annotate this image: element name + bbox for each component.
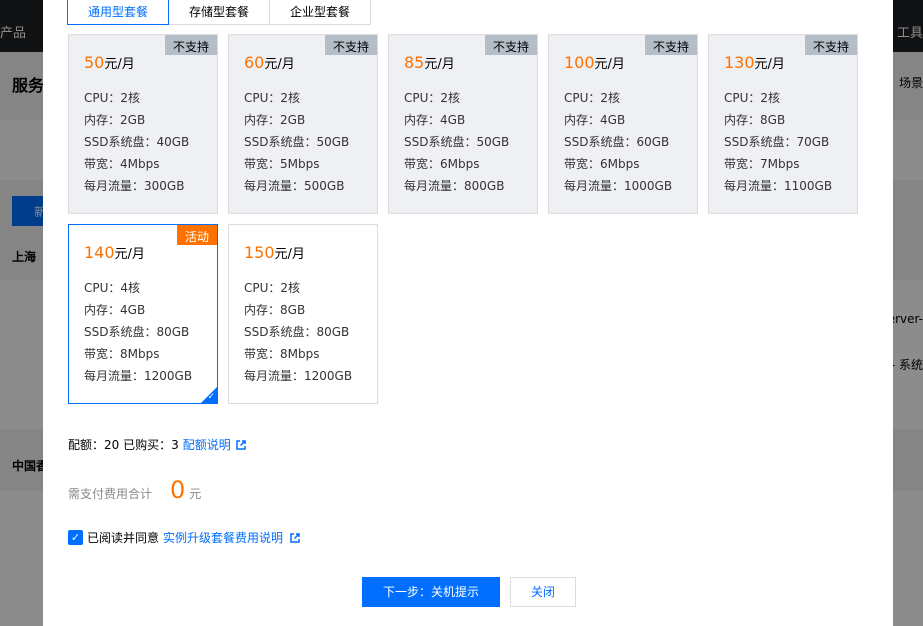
next-shutdown-button[interactable]: 下一步：关机提示 xyxy=(362,577,500,607)
spec-bandwidth: 带宽：7Mbps xyxy=(724,157,800,171)
spec-cpu: CPU：2核 xyxy=(244,91,301,105)
external-link-icon[interactable] xyxy=(235,439,247,451)
cost-value: 0 xyxy=(170,476,186,504)
total-cost: 需支付费用合计 0 元 xyxy=(68,476,201,504)
spec-cpu: CPU：2核 xyxy=(724,91,781,105)
spec-bandwidth: 带宽：8Mbps xyxy=(84,347,160,361)
agreement-row: ✓ 已阅读并同意 实例升级套餐费用说明 xyxy=(68,529,301,546)
plan-price: 130元/月 xyxy=(724,53,785,72)
quota-info: 配额：20 已购买：3 配额说明 xyxy=(68,436,247,453)
spec-traffic: 每月流量：1200GB xyxy=(244,369,353,383)
cost-unit: 元 xyxy=(189,487,202,501)
spec-memory: 内存：4GB xyxy=(404,113,466,127)
plan-card: 不支持 60元/月 CPU：2核 内存：2GB SSD系统盘：50GB 带宽：5… xyxy=(228,34,378,214)
plan-card: 不支持 130元/月 CPU：2核 内存：8GB SSD系统盘：70GB 带宽：… xyxy=(708,34,858,214)
plan-tabs: 通用型套餐 存储型套餐 企业型套餐 xyxy=(67,0,372,25)
tab-storage[interactable]: 存储型套餐 xyxy=(168,0,271,25)
checkmark-icon: ✓ xyxy=(207,392,215,402)
spec-disk: SSD系统盘：60GB xyxy=(564,135,670,149)
spec-cpu: CPU：2核 xyxy=(564,91,621,105)
spec-bandwidth: 带宽：4Mbps xyxy=(84,157,160,171)
spec-bandwidth: 带宽：8Mbps xyxy=(244,347,320,361)
unsupported-badge: 不支持 xyxy=(324,35,377,55)
unsupported-badge: 不支持 xyxy=(164,35,217,55)
agreement-text: 已阅读并同意 xyxy=(87,531,160,545)
spec-memory: 内存：8GB xyxy=(244,303,306,317)
spec-disk: SSD系统盘：70GB xyxy=(724,135,830,149)
spec-traffic: 每月流量：500GB xyxy=(244,179,345,193)
spec-disk: SSD系统盘：50GB xyxy=(404,135,510,149)
unsupported-badge: 不支持 xyxy=(644,35,697,55)
plan-price: 150元/月 xyxy=(244,243,305,262)
plan-card: 不支持 50元/月 CPU：2核 内存：2GB SSD系统盘：40GB 带宽：4… xyxy=(68,34,218,214)
spec-memory: 内存：2GB xyxy=(244,113,306,127)
plan-price: 60元/月 xyxy=(244,53,295,72)
activity-badge: 活动 xyxy=(176,225,217,245)
plan-card[interactable]: 150元/月 CPU：2核 内存：8GB SSD系统盘：80GB 带宽：8Mbp… xyxy=(228,224,378,404)
spec-disk: SSD系统盘：40GB xyxy=(84,135,190,149)
plan-price: 140元/月 xyxy=(84,243,145,262)
external-link-icon[interactable] xyxy=(289,532,301,544)
spec-memory: 内存：8GB xyxy=(724,113,786,127)
spec-traffic: 每月流量：1200GB xyxy=(84,369,193,383)
spec-bandwidth: 带宽：5Mbps xyxy=(244,157,320,171)
unsupported-badge: 不支持 xyxy=(804,35,857,55)
fee-explanation-link[interactable]: 实例升级套餐费用说明 xyxy=(163,529,283,546)
plan-specs: CPU：2核 内存：2GB SSD系统盘：40GB 带宽：4Mbps 每月流量：… xyxy=(84,91,189,201)
spec-disk: SSD系统盘：80GB xyxy=(244,325,350,339)
plan-specs: CPU：4核 内存：4GB SSD系统盘：80GB 带宽：8Mbps 每月流量：… xyxy=(84,281,192,391)
plan-specs: CPU：2核 内存：4GB SSD系统盘：50GB 带宽：6Mbps 每月流量：… xyxy=(404,91,509,201)
plan-card: 不支持 100元/月 CPU：2核 内存：4GB SSD系统盘：60GB 带宽：… xyxy=(548,34,698,214)
plan-price: 50元/月 xyxy=(84,53,135,72)
spec-traffic: 每月流量：300GB xyxy=(84,179,185,193)
plan-specs: CPU：2核 内存：8GB SSD系统盘：80GB 带宽：8Mbps 每月流量：… xyxy=(244,281,352,391)
spec-memory: 内存：4GB xyxy=(84,303,146,317)
cost-label: 需支付费用合计 xyxy=(68,487,153,501)
plan-card: 不支持 85元/月 CPU：2核 内存：4GB SSD系统盘：50GB 带宽：6… xyxy=(388,34,538,214)
plan-specs: CPU：2核 内存：2GB SSD系统盘：50GB 带宽：5Mbps 每月流量：… xyxy=(244,91,349,201)
plan-specs: CPU：2核 内存：8GB SSD系统盘：70GB 带宽：7Mbps 每月流量：… xyxy=(724,91,832,201)
plan-price: 100元/月 xyxy=(564,53,625,72)
spec-bandwidth: 带宽：6Mbps xyxy=(404,157,480,171)
plan-price: 85元/月 xyxy=(404,53,455,72)
spec-bandwidth: 带宽：6Mbps xyxy=(564,157,640,171)
spec-cpu: CPU：2核 xyxy=(244,281,301,295)
spec-traffic: 每月流量：1000GB xyxy=(564,179,673,193)
spec-disk: SSD系统盘：50GB xyxy=(244,135,350,149)
tab-general[interactable]: 通用型套餐 xyxy=(67,0,170,25)
spec-disk: SSD系统盘：80GB xyxy=(84,325,190,339)
tab-enterprise[interactable]: 企业型套餐 xyxy=(269,0,372,25)
upgrade-plan-modal: 通用型套餐 存储型套餐 企业型套餐 不支持 50元/月 CPU：2核 内存：2G… xyxy=(43,0,893,626)
agreement-checkbox[interactable]: ✓ xyxy=(68,530,83,545)
plan-specs: CPU：2核 内存：4GB SSD系统盘：60GB 带宽：6Mbps 每月流量：… xyxy=(564,91,672,201)
unsupported-badge: 不支持 xyxy=(484,35,537,55)
spec-cpu: CPU：4核 xyxy=(84,281,141,295)
spec-traffic: 每月流量：800GB xyxy=(404,179,505,193)
quota-text: 配额：20 已购买：3 xyxy=(68,438,179,452)
spec-cpu: CPU：2核 xyxy=(84,91,141,105)
spec-traffic: 每月流量：1100GB xyxy=(724,179,833,193)
quota-help-link[interactable]: 配额说明 xyxy=(183,436,231,453)
spec-cpu: CPU：2核 xyxy=(404,91,461,105)
spec-memory: 内存：2GB xyxy=(84,113,146,127)
plan-card-selected[interactable]: 活动 140元/月 CPU：4核 内存：4GB SSD系统盘：80GB 带宽：8… xyxy=(68,224,218,404)
spec-memory: 内存：4GB xyxy=(564,113,626,127)
close-button[interactable]: 关闭 xyxy=(510,577,576,607)
